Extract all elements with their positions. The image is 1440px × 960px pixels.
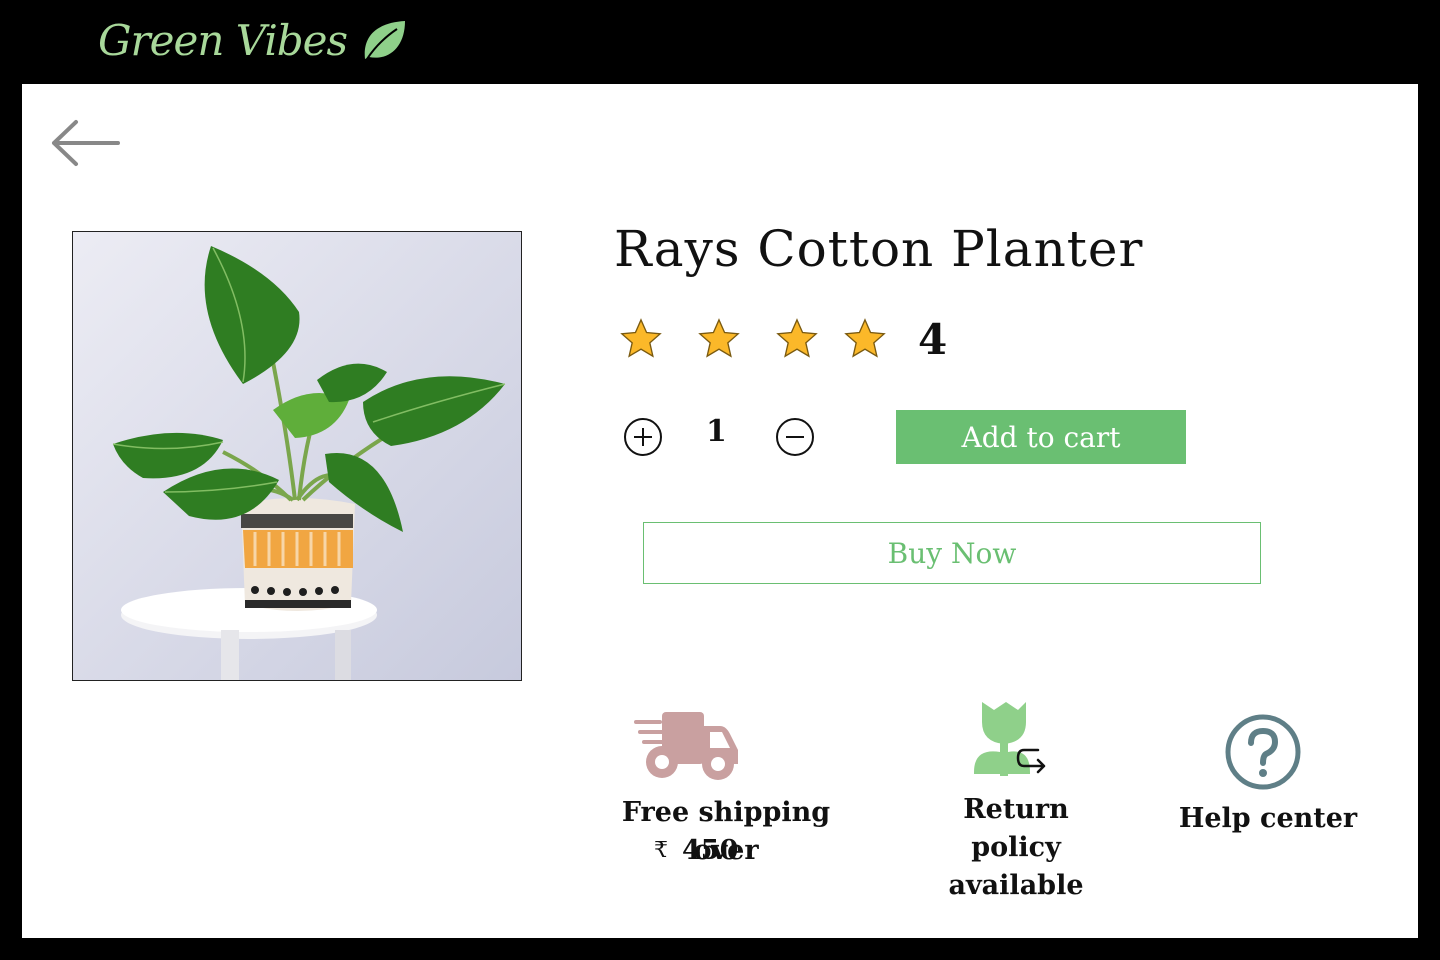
minus-circle-icon — [776, 418, 814, 456]
add-to-cart-button[interactable]: Add to cart — [896, 410, 1186, 464]
quantity-value: 1 — [706, 414, 727, 449]
back-arrow-icon — [52, 120, 120, 166]
shipping-amount: 450 — [682, 835, 739, 866]
back-button[interactable] — [48, 118, 120, 168]
return-policy-label: Return policy available — [914, 791, 1118, 905]
help-center-label[interactable]: Help center — [1178, 800, 1358, 838]
quantity-decrease-button[interactable] — [775, 417, 815, 457]
buy-now-button[interactable]: Buy Now — [643, 522, 1261, 584]
plus-circle-icon — [624, 418, 662, 456]
rating-value: 4 — [918, 314, 948, 364]
return-policy-line1: Return policy — [963, 794, 1069, 863]
star-icon — [844, 318, 886, 358]
delivery-truck-icon — [634, 712, 738, 780]
product-title: Rays Cotton Planter — [614, 220, 1144, 278]
top-bar: Green Vibes — [0, 0, 1440, 84]
shipping-threshold: ₹ 450 — [654, 832, 738, 870]
help-question-icon[interactable] — [1224, 713, 1302, 791]
product-rating: 4 — [618, 314, 947, 364]
brand-logo[interactable]: Green Vibes — [98, 8, 407, 72]
product-panel: Rays Cotton Planter 4 1 Add to cart Buy … — [22, 84, 1418, 938]
return-policy-line2: available — [948, 870, 1084, 901]
quantity-increase-button[interactable] — [623, 417, 663, 457]
return-plant-icon — [974, 702, 1046, 776]
star-icon — [620, 318, 662, 358]
product-image — [72, 231, 522, 681]
currency-symbol: ₹ — [654, 838, 668, 863]
leaf-icon — [364, 21, 406, 60]
brand-name: Green Vibes — [98, 15, 348, 65]
star-icon — [698, 318, 740, 358]
plant-illustration — [73, 232, 521, 680]
star-icon — [776, 318, 818, 358]
